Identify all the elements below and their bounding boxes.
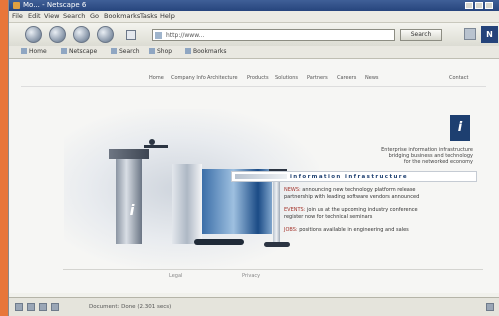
divider <box>21 86 486 87</box>
personal-toolbar: Home Netscape Search Shop Bookmarks <box>9 46 499 59</box>
column-bar <box>144 145 168 148</box>
column-shaft <box>172 164 202 244</box>
menu-edit[interactable]: Edit <box>28 12 41 21</box>
menu-search[interactable]: Search <box>63 12 85 21</box>
footer-link-privacy[interactable]: Privacy <box>242 273 260 280</box>
status-bar: Document: Done (2.301 secs) <box>9 297 499 316</box>
bookmark-icon <box>149 48 155 54</box>
site-nav-link[interactable]: Solutions <box>275 75 298 82</box>
search-button[interactable]: Search <box>400 29 442 41</box>
news-item[interactable]: register now for technical seminars <box>284 214 372 220</box>
home-icon[interactable] <box>126 30 136 40</box>
bookmark-item[interactable]: Home <box>21 48 47 56</box>
hero-logo: i <box>129 203 135 219</box>
banner-bar: information infrastructure <box>231 171 477 182</box>
site-nav-link[interactable]: Careers <box>337 75 356 82</box>
menu-tasks[interactable]: Tasks <box>140 12 157 21</box>
browser-window: Mo... - Netscape 6 File Edit View Search… <box>8 0 499 316</box>
tagline: Enterprise information infrastructure br… <box>381 147 473 165</box>
navigation-toolbar: http://www... Search N <box>9 23 499 47</box>
site-nav-link[interactable]: Architecture <box>207 75 238 82</box>
title-bar[interactable]: Mo... - Netscape 6 <box>9 0 499 11</box>
news-item[interactable]: JOBS: positions available in engineering… <box>284 227 409 233</box>
news-item[interactable]: NEWS: announcing new technology platform… <box>284 187 416 193</box>
page-content: Home Company Info Architecture Products … <box>9 59 499 293</box>
bookmark-icon <box>61 48 67 54</box>
column-shaft <box>273 172 280 244</box>
bookmark-icon <box>185 48 191 54</box>
print-icon[interactable] <box>464 28 476 40</box>
reload-button[interactable] <box>73 26 90 43</box>
brand-logo[interactable]: i <box>450 115 470 141</box>
composer-icon[interactable] <box>39 303 47 311</box>
site-nav-link[interactable]: News <box>365 75 379 82</box>
banner-text: information infrastructure <box>290 174 409 180</box>
address-book-icon[interactable] <box>51 303 59 311</box>
menu-view[interactable]: View <box>44 12 59 21</box>
site-nav-link[interactable]: Contact <box>449 75 468 82</box>
stop-button[interactable] <box>97 26 114 43</box>
banner-graphic <box>235 174 287 179</box>
url-text: http://www... <box>166 32 205 39</box>
app-icon <box>13 2 20 9</box>
site-navigation: Home Company Info Architecture Products … <box>9 74 499 84</box>
bookmark-icon <box>21 48 27 54</box>
navigator-icon[interactable] <box>15 303 23 311</box>
bookmark-icon <box>111 48 117 54</box>
back-button[interactable] <box>25 26 42 43</box>
menu-go[interactable]: Go <box>90 12 99 21</box>
mail-icon[interactable] <box>27 303 35 311</box>
site-nav-link[interactable]: Home <box>149 75 164 82</box>
minimize-button[interactable] <box>465 2 473 9</box>
news-item[interactable]: partnership with leading software vendor… <box>284 194 419 200</box>
footer-link-legal[interactable]: Legal <box>169 273 182 280</box>
window-title: Mo... - Netscape 6 <box>23 1 87 9</box>
page-icon <box>155 32 162 39</box>
bookmark-item[interactable]: Shop <box>149 48 172 56</box>
bookmark-item[interactable]: Search <box>111 48 140 56</box>
security-lock-icon[interactable] <box>486 303 494 311</box>
menu-bar: File Edit View Search Go Bookmarks Tasks… <box>9 11 499 23</box>
divider <box>63 269 483 270</box>
bookmark-item[interactable]: Bookmarks <box>185 48 227 56</box>
close-button[interactable] <box>485 2 493 9</box>
column-base <box>264 242 290 247</box>
site-nav-link[interactable]: Products <box>247 75 269 82</box>
column-base <box>194 239 244 245</box>
menu-help[interactable]: Help <box>160 12 175 21</box>
bookmark-item[interactable]: Netscape <box>61 48 97 56</box>
column-capital <box>109 149 149 159</box>
menu-bookmarks[interactable]: Bookmarks <box>104 12 140 21</box>
hero-graphic: i <box>64 109 319 269</box>
news-item[interactable]: EVENTS: join us at the upcoming industry… <box>284 207 418 213</box>
throbber-logo[interactable]: N <box>481 26 498 43</box>
maximize-button[interactable] <box>475 2 483 9</box>
url-field[interactable]: http://www... <box>152 29 395 41</box>
status-text: Document: Done (2.301 secs) <box>89 304 172 310</box>
site-nav-link[interactable]: Company Info <box>171 75 206 82</box>
column-shaft <box>116 159 142 244</box>
forward-button[interactable] <box>49 26 66 43</box>
menu-file[interactable]: File <box>12 12 23 21</box>
site-nav-link[interactable]: Partners <box>307 75 328 82</box>
